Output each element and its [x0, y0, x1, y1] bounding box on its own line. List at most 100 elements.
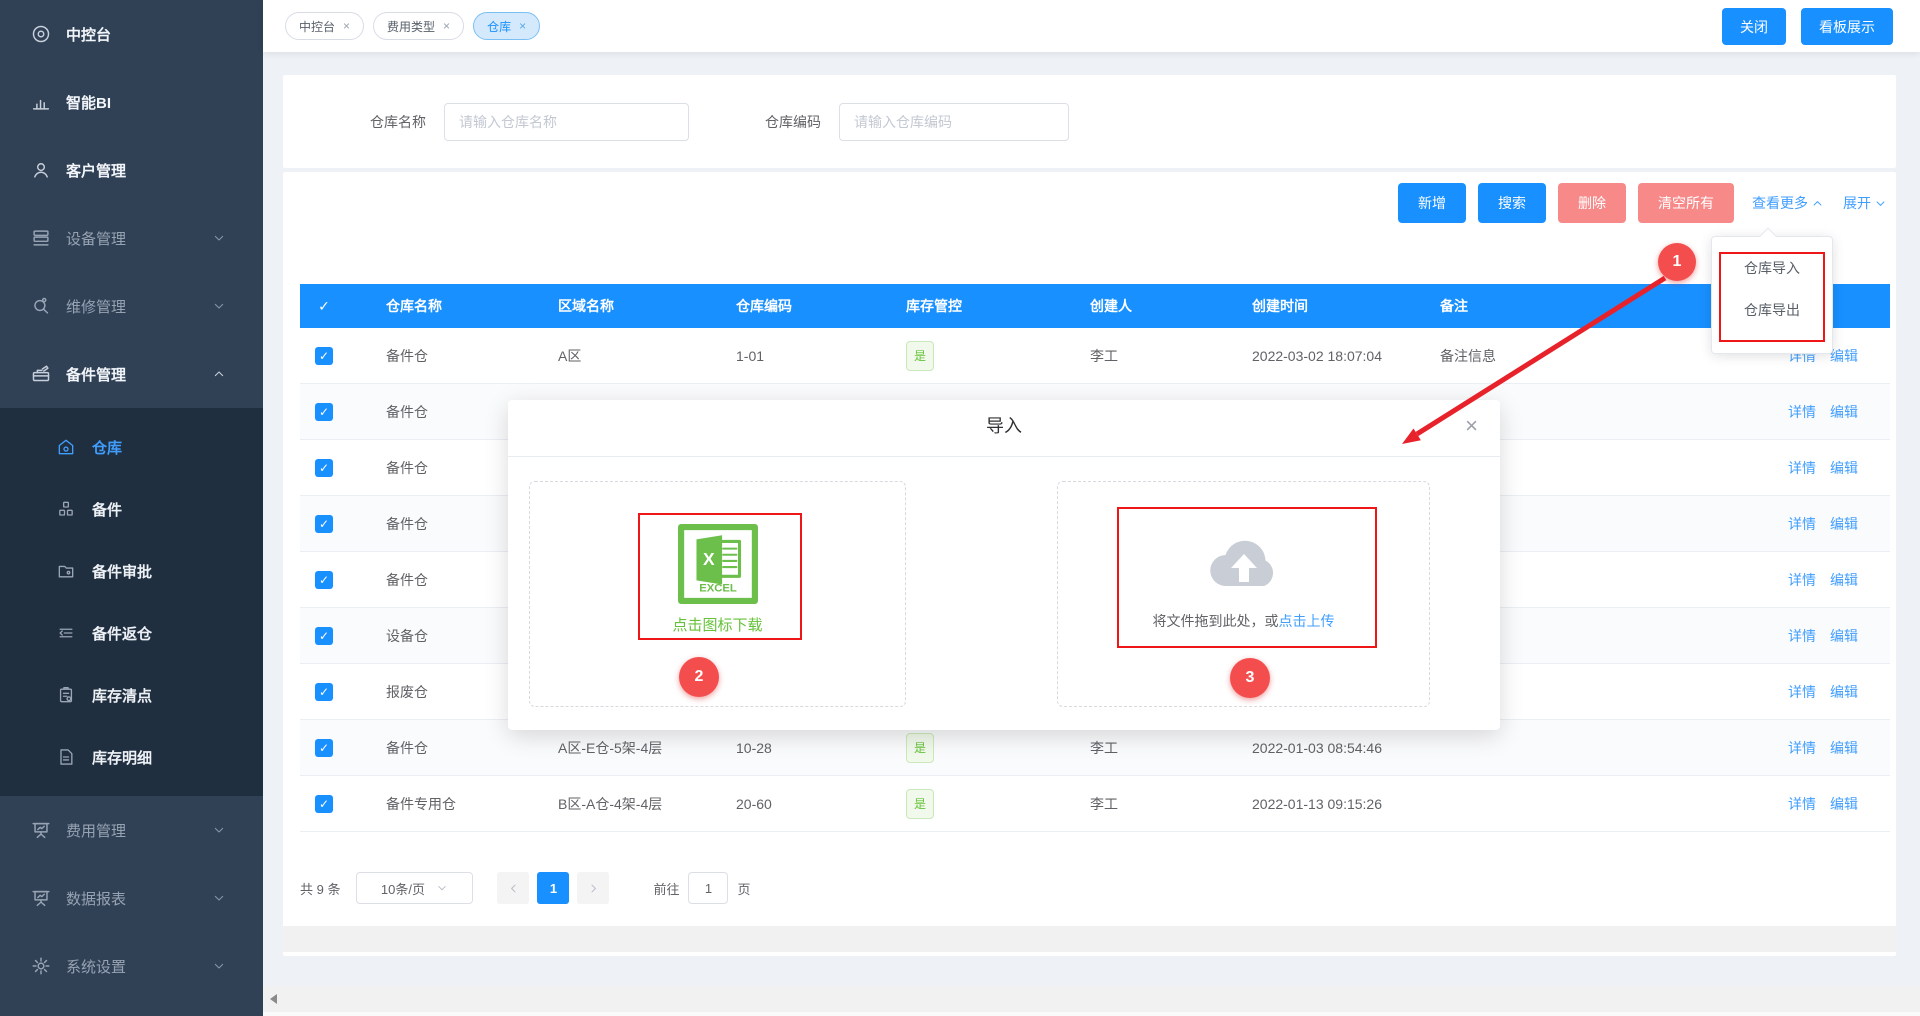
tab-close-icon[interactable]: × — [519, 19, 526, 33]
delete-button[interactable]: 删除 — [1558, 183, 1626, 223]
page-number-button[interactable]: 1 — [537, 872, 569, 904]
cell-remark: 备注信息 — [1402, 346, 1760, 366]
import-modal: 导入 × XEXCEL 点击图标下载 将文件拖到此处，或点击上传 — [508, 400, 1500, 730]
excel-download-button[interactable]: XEXCEL 点击图标下载 — [672, 523, 762, 635]
clear-all-button[interactable]: 清空所有 — [1638, 183, 1734, 223]
row-detail-link[interactable]: 详情 — [1788, 628, 1816, 644]
cell-code: 20-60 — [698, 796, 868, 812]
row-edit-link[interactable]: 编辑 — [1830, 628, 1858, 644]
modal-header: 导入 × — [508, 400, 1500, 457]
chevron-left-icon — [506, 881, 521, 896]
sidebar-item-stock-check[interactable]: 库存清点 — [0, 664, 263, 726]
row-edit-link[interactable]: 编辑 — [1830, 684, 1858, 700]
tab-close-icon[interactable]: × — [343, 19, 350, 33]
row-select-cell: ✓ — [300, 515, 348, 533]
scroll-left-arrow-icon[interactable] — [270, 994, 277, 1004]
sidebar-item-stock-detail[interactable]: 库存明细 — [0, 726, 263, 788]
upload-hint-text: 将文件拖到此处，或 — [1153, 613, 1279, 629]
row-checkbox[interactable]: ✓ — [315, 459, 333, 477]
row-detail-link[interactable]: 详情 — [1788, 740, 1816, 756]
goto-page-input[interactable] — [688, 872, 728, 904]
row-checkbox[interactable]: ✓ — [315, 627, 333, 645]
row-checkbox[interactable]: ✓ — [315, 347, 333, 365]
warehouse-name-label: 仓库名称 — [370, 112, 426, 132]
row-checkbox[interactable]: ✓ — [315, 683, 333, 701]
chevron-down-icon — [211, 298, 227, 314]
tab-仓库[interactable]: 仓库× — [473, 12, 540, 40]
row-edit-link[interactable]: 编辑 — [1830, 516, 1858, 532]
sidebar-item-label: 费用管理 — [66, 820, 126, 841]
next-page-button[interactable] — [577, 872, 609, 904]
warehouse-code-input[interactable] — [839, 103, 1069, 141]
board-display-button[interactable]: 看板展示 — [1801, 8, 1893, 45]
row-edit-link[interactable]: 编辑 — [1830, 796, 1858, 812]
page-size-select[interactable]: 10条/页 — [356, 872, 473, 904]
tab-中控台[interactable]: 中控台× — [285, 12, 364, 40]
sidebar-item-warehouse[interactable]: 仓库 — [0, 416, 263, 478]
close-button[interactable]: 关闭 — [1722, 8, 1786, 45]
row-edit-link[interactable]: 编辑 — [1830, 404, 1858, 420]
sidebar-item-settings[interactable]: 系统设置 — [0, 932, 263, 1000]
row-checkbox[interactable]: ✓ — [315, 739, 333, 757]
row-detail-link[interactable]: 详情 — [1788, 796, 1816, 812]
filter-card: 仓库名称 仓库编码 — [283, 75, 1896, 168]
sidebar-item-smart-bi[interactable]: 智能BI — [0, 68, 263, 136]
sidebar-item-repair[interactable]: 维修管理 — [0, 272, 263, 340]
tab-close-icon[interactable]: × — [443, 19, 450, 33]
console-icon — [30, 23, 52, 45]
row-checkbox[interactable]: ✓ — [315, 795, 333, 813]
upload-area[interactable]: 将文件拖到此处，或点击上传 — [1153, 536, 1335, 631]
click-upload-link[interactable]: 点击上传 — [1279, 613, 1335, 629]
row-edit-link[interactable]: 编辑 — [1830, 348, 1858, 364]
annotation-step-1: 1 — [1658, 243, 1696, 281]
return-icon — [56, 623, 76, 643]
search-button[interactable]: 搜索 — [1478, 183, 1546, 223]
modal-title: 导入 — [508, 400, 1500, 452]
goto-label: 前往 — [653, 879, 679, 898]
warehouse-name-input[interactable] — [444, 103, 689, 141]
row-detail-link[interactable]: 详情 — [1788, 684, 1816, 700]
sidebar-item-customer[interactable]: 客户管理 — [0, 136, 263, 204]
stock-control-tag: 是 — [906, 789, 934, 819]
view-more-link[interactable]: 查看更多 — [1752, 193, 1825, 213]
close-icon[interactable]: × — [1465, 413, 1478, 439]
row-edit-link[interactable]: 编辑 — [1830, 572, 1858, 588]
sidebar-item-label: 备件 — [92, 499, 122, 520]
stock-control-tag: 是 — [906, 733, 934, 763]
row-edit-link[interactable]: 编辑 — [1830, 740, 1858, 756]
row-detail-link[interactable]: 详情 — [1788, 572, 1816, 588]
tab-费用类型[interactable]: 费用类型× — [373, 12, 464, 40]
sidebar-item-report[interactable]: 数据报表 — [0, 864, 263, 932]
row-detail-link[interactable]: 详情 — [1788, 404, 1816, 420]
row-detail-link[interactable]: 详情 — [1788, 516, 1816, 532]
row-checkbox[interactable]: ✓ — [315, 515, 333, 533]
sidebar-item-part-approval[interactable]: 备件审批 — [0, 540, 263, 602]
sidebar-item-spare[interactable]: 备件管理 — [0, 340, 263, 408]
row-select-cell: ✓ — [300, 403, 348, 421]
part-icon — [56, 499, 76, 519]
select-all-checkbox[interactable]: ✓ — [300, 298, 348, 315]
row-edit-link[interactable]: 编辑 — [1830, 460, 1858, 476]
add-button[interactable]: 新增 — [1398, 183, 1466, 223]
horizontal-scrollbar[interactable] — [283, 926, 1896, 952]
row-checkbox[interactable]: ✓ — [315, 571, 333, 589]
sidebar-item-label: 设备管理 — [66, 228, 126, 249]
sidebar-item-part-return[interactable]: 备件返仓 — [0, 602, 263, 664]
svg-text:EXCEL: EXCEL — [699, 583, 737, 595]
cell-name: 备件仓 — [348, 402, 520, 422]
cell-code: 10-28 — [698, 740, 868, 756]
dropdown-item-import[interactable]: 仓库导入 — [1712, 250, 1832, 286]
row-detail-link[interactable]: 详情 — [1788, 460, 1816, 476]
annotation-step-3: 3 — [1230, 658, 1270, 698]
cell-name: 备件仓 — [348, 458, 520, 478]
sidebar-item-device[interactable]: 设备管理 — [0, 204, 263, 272]
row-checkbox[interactable]: ✓ — [315, 403, 333, 421]
sidebar-item-console[interactable]: 中控台 — [0, 0, 263, 68]
sidebar-item-expense[interactable]: 费用管理 — [0, 796, 263, 864]
cloud-upload-icon — [1208, 536, 1280, 594]
sidebar-item-part[interactable]: 备件 — [0, 478, 263, 540]
horizontal-scrollbar[interactable] — [263, 986, 1920, 1012]
dropdown-item-export[interactable]: 仓库导出 — [1712, 292, 1832, 328]
expand-link[interactable]: 展开 — [1843, 193, 1888, 213]
prev-page-button[interactable] — [497, 872, 529, 904]
